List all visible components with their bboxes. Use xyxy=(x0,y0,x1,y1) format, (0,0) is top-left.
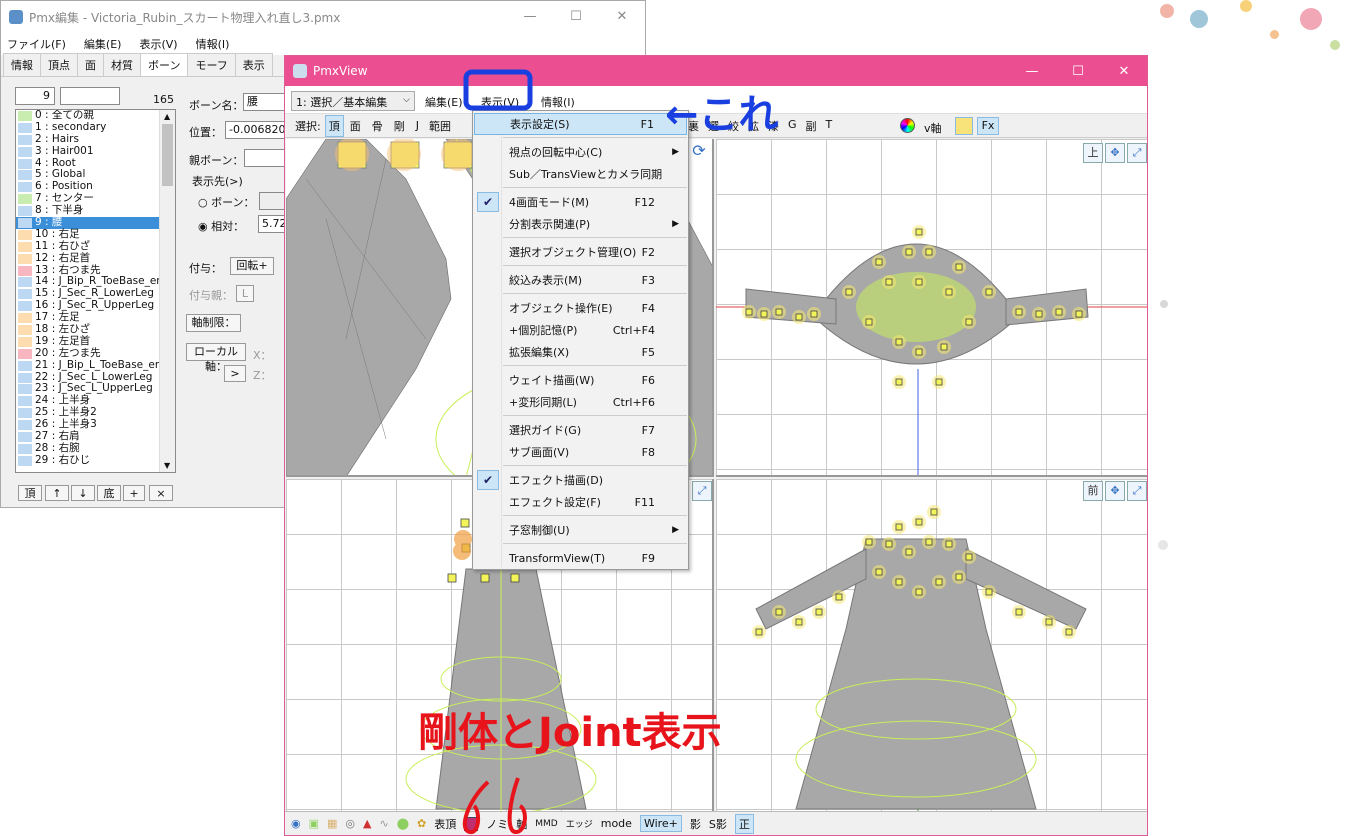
annotation-box xyxy=(463,69,533,111)
annotation-rigid-joint: 剛体とJoint表示 xyxy=(418,710,722,756)
annotation-kore: ←これ xyxy=(665,92,779,138)
annotation-arrows xyxy=(462,777,527,835)
